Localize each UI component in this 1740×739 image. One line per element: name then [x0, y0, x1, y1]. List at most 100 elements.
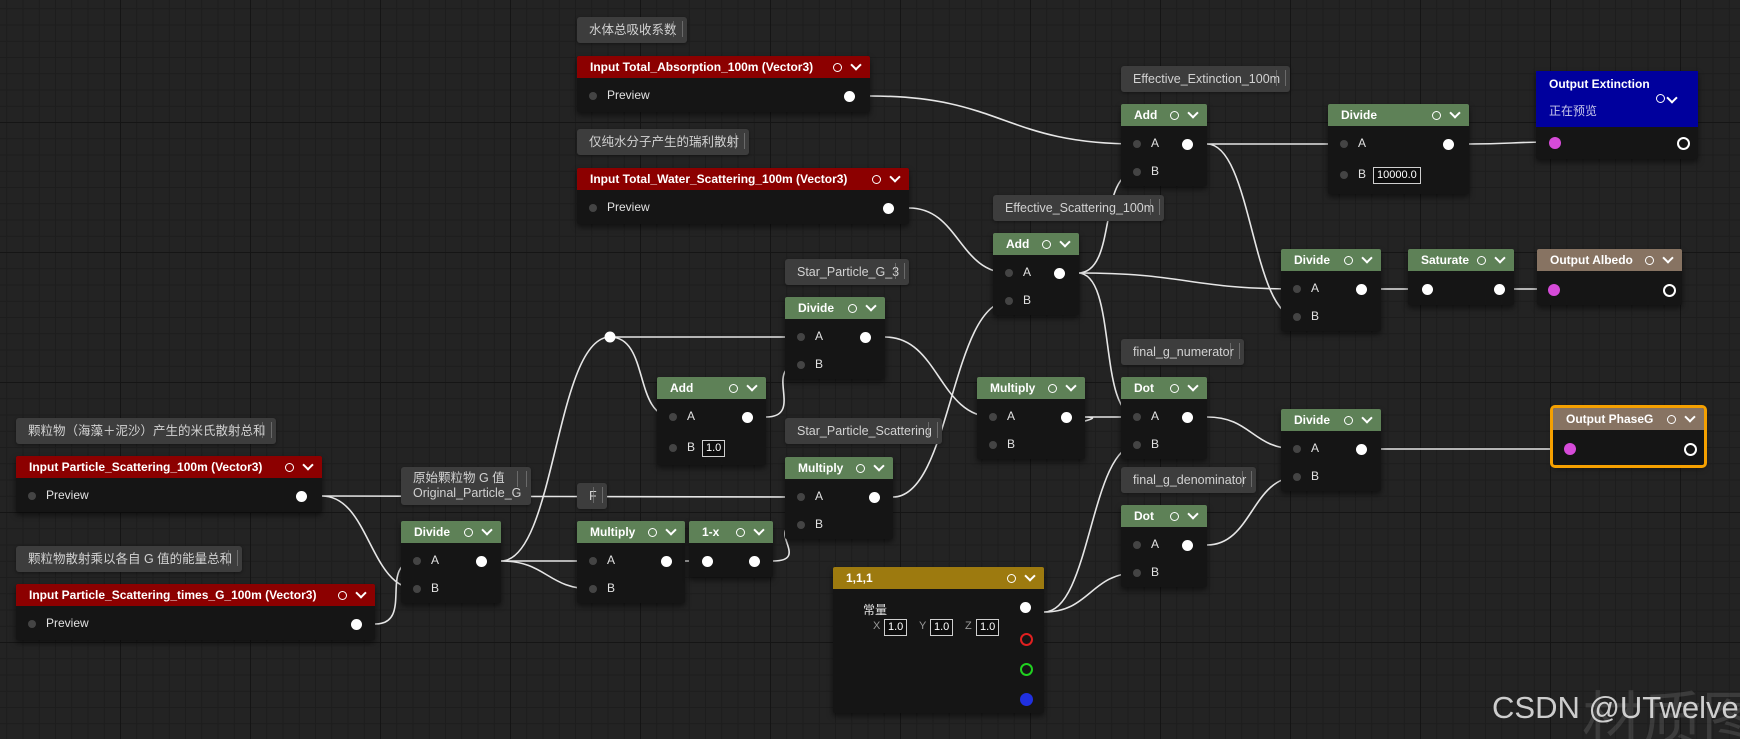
input-pin[interactable]: [589, 204, 597, 212]
x-value-field[interactable]: 1.0: [884, 619, 908, 636]
output-pin[interactable]: [1356, 284, 1367, 295]
node-header[interactable]: Dot: [1121, 505, 1207, 527]
preview-toggle-icon[interactable]: [1667, 414, 1676, 424]
node-header[interactable]: Dot: [1121, 377, 1207, 399]
input-pin[interactable]: [702, 556, 713, 567]
node-header[interactable]: Saturate: [1408, 249, 1514, 271]
output-pin[interactable]: [476, 556, 487, 567]
add-extinction-node[interactable]: Add A B: [1121, 104, 1207, 186]
output-pin[interactable]: [1684, 443, 1697, 456]
node-header[interactable]: Input Total_Absorption_100m (Vector3): [577, 56, 870, 78]
divide-original-g-node[interactable]: Divide A B: [401, 521, 501, 603]
input-pin[interactable]: [589, 92, 597, 100]
output-pin-r[interactable]: [1020, 633, 1033, 646]
chevron-down-icon[interactable]: [850, 59, 862, 71]
input-pin[interactable]: [28, 492, 36, 500]
output-pin[interactable]: [869, 492, 880, 503]
node-header[interactable]: Output Extinction 正在预览: [1536, 71, 1698, 127]
input-pin-b[interactable]: [1005, 297, 1013, 305]
node-header[interactable]: Input Particle_Scattering_times_G_100m (…: [16, 584, 375, 606]
chevron-down-icon[interactable]: [481, 524, 493, 536]
wire-connection-3[interactable]: [1077, 171, 1138, 274]
output-pin[interactable]: [1061, 412, 1072, 423]
comment-effective-extinction[interactable]: Effective_Extinction_100m: [1121, 66, 1291, 92]
node-header[interactable]: Add: [657, 377, 766, 399]
chevron-down-icon[interactable]: [1187, 380, 1199, 392]
output-pin[interactable]: [1054, 268, 1065, 279]
input-pin[interactable]: [1548, 284, 1560, 296]
chevron-down-icon[interactable]: [1187, 107, 1199, 119]
input-pin[interactable]: [28, 620, 36, 628]
dot-numerator-node[interactable]: Dot A B: [1121, 377, 1207, 459]
output-pin[interactable]: [296, 491, 307, 502]
preview-toggle-icon[interactable]: [729, 383, 738, 393]
output-pin[interactable]: [742, 412, 753, 423]
saturate-node[interactable]: Saturate: [1408, 249, 1514, 305]
divide-g3-node[interactable]: Divide A B: [785, 297, 885, 379]
node-header[interactable]: Output PhaseG: [1553, 408, 1704, 430]
node-header[interactable]: Divide: [1281, 409, 1381, 431]
input-pin-b[interactable]: [989, 441, 997, 449]
node-header[interactable]: Multiply: [977, 377, 1085, 399]
value-field-b[interactable]: 10000.0: [1373, 167, 1421, 184]
preview-toggle-icon[interactable]: [1477, 255, 1486, 265]
multiply-star-node[interactable]: Multiply A B: [785, 457, 893, 539]
node-header[interactable]: Output Albedo: [1537, 249, 1682, 271]
comment-final-denominator[interactable]: final_g_denominator: [1121, 467, 1257, 493]
node-header[interactable]: 1-x: [689, 521, 773, 543]
add-scattering-node[interactable]: Add A B: [993, 233, 1079, 315]
input-pin-b[interactable]: [589, 585, 597, 593]
preview-toggle-icon[interactable]: [285, 462, 294, 472]
preview-toggle-icon[interactable]: [1656, 94, 1665, 103]
output-pin[interactable]: [1182, 412, 1193, 423]
preview-toggle-icon[interactable]: [1645, 255, 1654, 265]
comment-final-numerator[interactable]: final_g_numerator: [1121, 339, 1244, 365]
chevron-down-icon[interactable]: [1449, 107, 1461, 119]
preview-toggle-icon[interactable]: [848, 303, 857, 313]
input-pin-a[interactable]: [669, 413, 677, 421]
chevron-down-icon[interactable]: [746, 380, 758, 392]
divide-g-node[interactable]: Divide A B: [1281, 409, 1381, 491]
output-pin-b[interactable]: [1020, 693, 1033, 706]
input-pin-a[interactable]: [1293, 285, 1301, 293]
comment-star-g3[interactable]: Star_Particle_G_3: [785, 259, 910, 285]
output-pin[interactable]: [661, 556, 672, 567]
input-pin-b[interactable]: [1133, 569, 1141, 577]
comment-f[interactable]: F: [577, 483, 607, 509]
comment-absorption[interactable]: 水体总吸收系数: [577, 17, 687, 43]
comment-particle-scattering[interactable]: 颗粒物（海藻＋泥沙）产生的米氏散射总和: [16, 418, 276, 444]
chevron-down-icon[interactable]: [865, 300, 877, 312]
wire-connection-11[interactable]: [321, 495, 802, 498]
preview-toggle-icon[interactable]: [1042, 239, 1051, 249]
preview-toggle-icon[interactable]: [736, 527, 745, 537]
output-pin[interactable]: [351, 619, 362, 630]
output-pin[interactable]: [1677, 137, 1690, 150]
material-graph-canvas[interactable]: 水体总吸收系数 仅纯水分子产生的瑞利散射 颗粒物（海藻＋泥沙）产生的米氏散射总和…: [0, 0, 1740, 739]
output-pin[interactable]: [1182, 540, 1193, 551]
chevron-down-icon[interactable]: [665, 524, 677, 536]
chevron-down-icon[interactable]: [302, 459, 314, 471]
node-header[interactable]: Add: [1121, 104, 1207, 126]
add-constant-node[interactable]: Add A B 1.0: [657, 377, 766, 465]
preview-toggle-icon[interactable]: [872, 174, 881, 184]
preview-toggle-icon[interactable]: [1344, 255, 1353, 265]
divide-extinction-node[interactable]: Divide A B 10000.0: [1328, 104, 1469, 194]
chevron-down-icon[interactable]: [753, 524, 765, 536]
preview-toggle-icon[interactable]: [1048, 383, 1057, 393]
preview-toggle-icon[interactable]: [464, 527, 473, 537]
chevron-down-icon[interactable]: [873, 460, 885, 472]
preview-toggle-icon[interactable]: [648, 527, 657, 537]
chevron-down-icon[interactable]: [1059, 236, 1071, 248]
preview-toggle-icon[interactable]: [1170, 383, 1179, 393]
chevron-down-icon[interactable]: [1065, 380, 1077, 392]
output-pin[interactable]: [860, 332, 871, 343]
node-header[interactable]: Divide: [785, 297, 885, 319]
preview-toggle-icon[interactable]: [1344, 415, 1353, 425]
preview-toggle-icon[interactable]: [856, 463, 865, 473]
output-pin-g[interactable]: [1020, 663, 1033, 676]
node-header[interactable]: Input Total_Water_Scattering_100m (Vecto…: [577, 168, 909, 190]
multiply-mid-node[interactable]: Multiply A B: [977, 377, 1085, 459]
one-minus-node[interactable]: 1-x: [689, 521, 773, 577]
input-particle-scattering-node[interactable]: Input Particle_Scattering_100m (Vector3)…: [16, 456, 322, 512]
output-pin[interactable]: [1494, 284, 1505, 295]
